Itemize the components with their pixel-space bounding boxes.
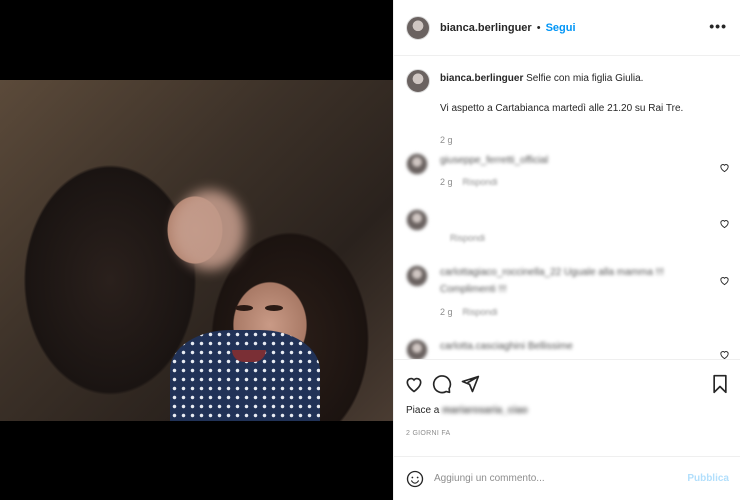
comment-meta: 2 g Rispondi [440,177,498,187]
comment-text: carlottagiaco_roccinella_22 Uguale alla … [440,267,665,278]
caption-body: Selfie con mia figlia Giulia. [526,73,644,84]
comment-time: 2 g [440,307,453,317]
comment-input[interactable] [434,473,674,484]
publish-button[interactable]: Pubblica [687,473,729,484]
list-item: Rispondi [406,209,736,259]
heart-icon[interactable] [719,349,730,359]
likes-user[interactable]: mariarosaria_ciao [442,405,528,416]
avatar[interactable] [406,209,428,231]
more-icon[interactable]: ••• [709,18,727,34]
list-item: carlotta.casciaghini Bellissime [406,339,736,359]
comment-icon[interactable] [432,374,452,394]
post-date: 2 GIORNI FA [406,430,451,437]
photo-eye [235,305,253,311]
comment-composer: Pubblica [394,456,740,500]
likes-summary: Piace a mariarosaria_ciao [406,405,528,416]
avatar[interactable] [406,153,428,175]
avatar[interactable] [406,339,428,359]
avatar[interactable] [406,69,430,93]
bookmark-icon[interactable] [710,374,730,394]
post-actions [394,359,740,405]
emoji-icon[interactable] [406,470,424,488]
avatar[interactable] [406,15,430,40]
caption-text: bianca.berlinguer Selfie con mia figlia … [440,72,730,86]
post-photo[interactable] [0,80,393,421]
instagram-post-modal: bianca.berlinguer • Segui ••• bianca.ber… [0,0,740,500]
share-icon[interactable] [460,374,480,394]
follow-button[interactable]: Segui [546,22,576,34]
likes-prefix: Piace a [406,405,440,416]
comments-list[interactable]: bianca.berlinguer Selfie con mia figlia … [394,57,740,359]
reply-button[interactable]: Rispondi [450,233,485,243]
post-header: bianca.berlinguer • Segui ••• [394,0,740,56]
comment-text: carlotta.casciaghini Bellissime [440,341,573,352]
comment-text-line2: Complimenti !!! [440,284,507,295]
heart-icon[interactable] [404,374,424,394]
photo-blurred-face [175,190,245,270]
post-side-panel: bianca.berlinguer • Segui ••• bianca.ber… [393,0,740,500]
comment-meta: 2 g Rispondi [440,307,498,317]
post-media [0,0,393,500]
heart-icon[interactable] [719,275,730,286]
caption-username[interactable]: bianca.berlinguer [440,73,523,84]
list-item: giuseppe_ferretti_official 2 g Rispondi [406,153,736,203]
heart-icon[interactable] [719,218,730,229]
header-username[interactable]: bianca.berlinguer [440,22,532,34]
caption-time: 2 g [440,135,453,145]
separator-dot: • [536,21,541,34]
list-item: carlottagiaco_roccinella_22 Uguale alla … [406,265,736,317]
avatar[interactable] [406,265,428,287]
comment-meta: Rispondi [440,233,485,243]
comment-time: 2 g [440,177,453,187]
photo-eye [265,305,283,311]
caption-line2: Vi aspetto a Cartabianca martedì alle 21… [440,103,684,114]
photo-scarf [170,330,320,421]
comment-text: giuseppe_ferretti_official [440,155,549,166]
heart-icon[interactable] [719,162,730,173]
reply-button[interactable]: Rispondi [463,177,498,187]
reply-button[interactable]: Rispondi [463,307,498,317]
